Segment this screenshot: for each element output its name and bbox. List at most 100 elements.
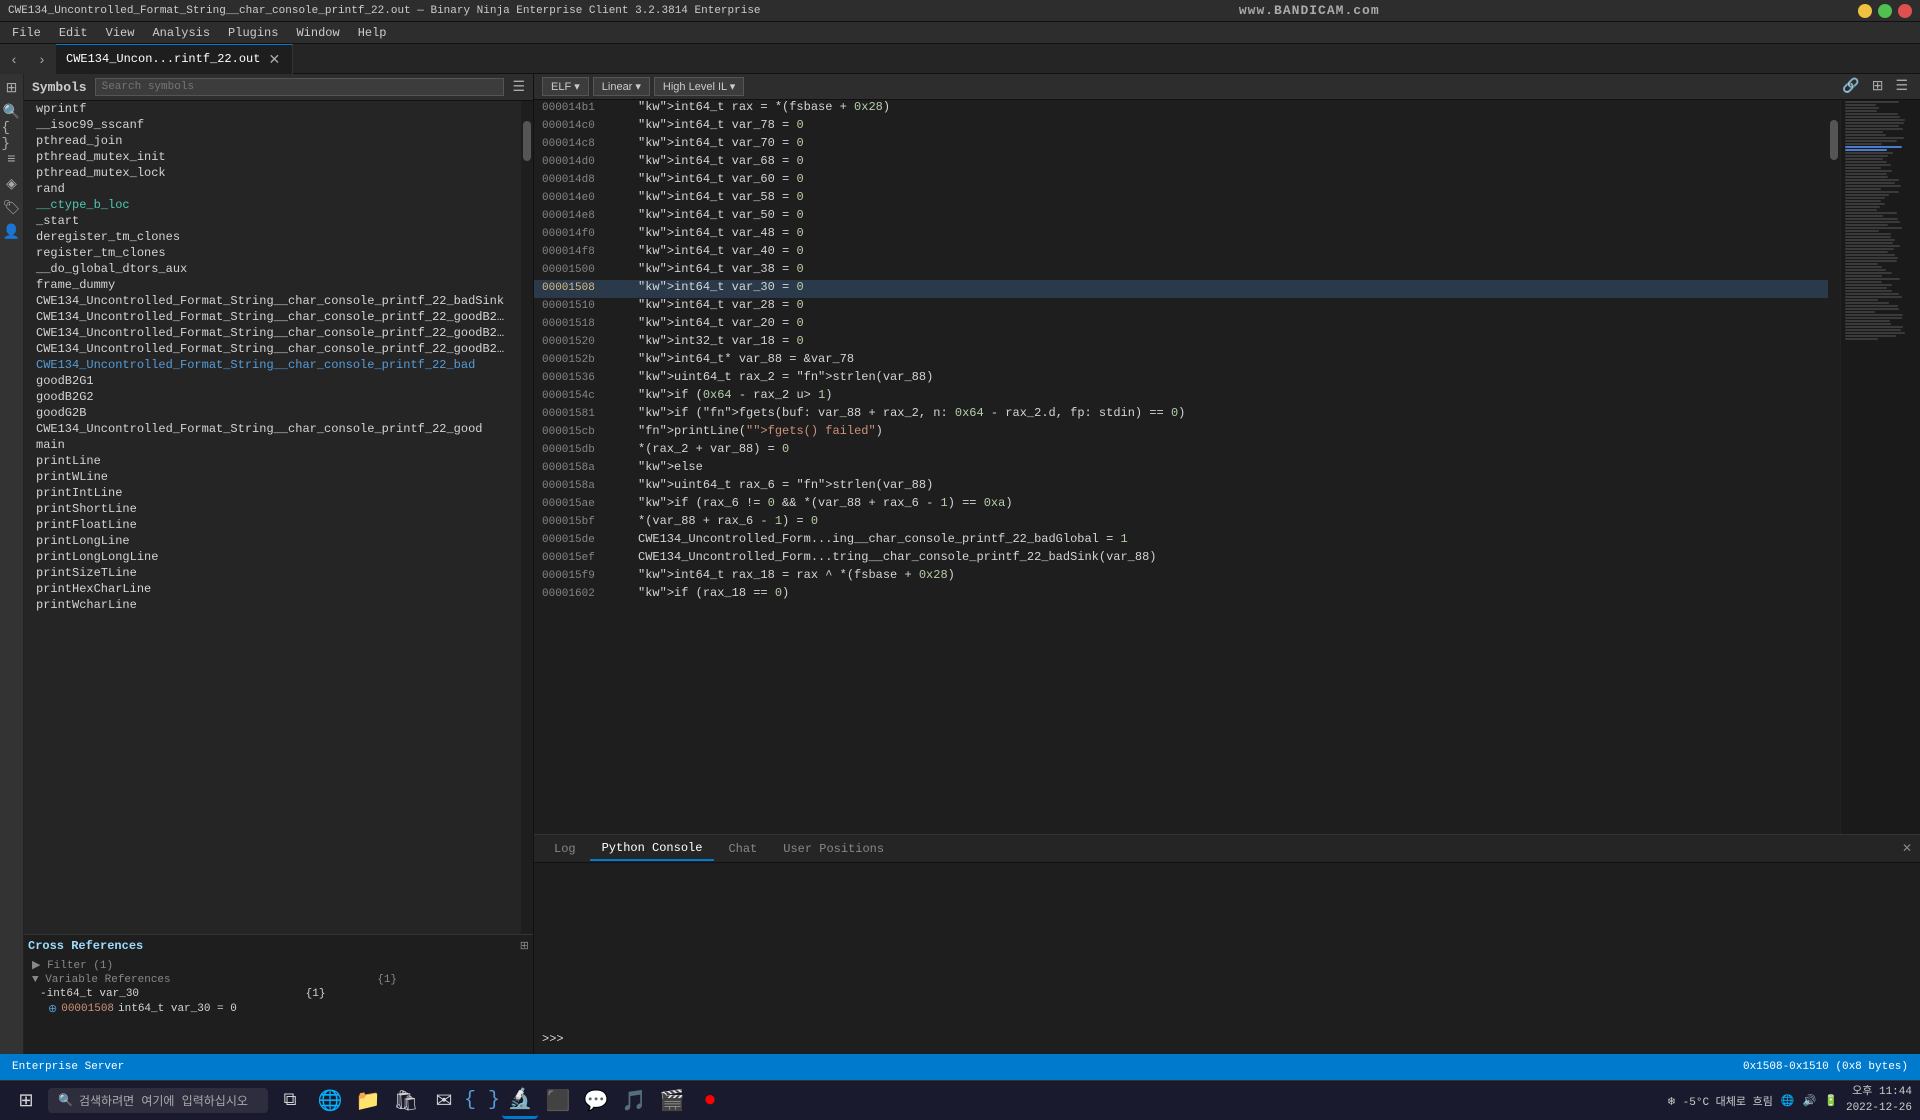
taskbar-app-chat[interactable]: 💬 <box>578 1083 614 1119</box>
taskbar-app-mail[interactable]: ✉ <box>426 1083 462 1119</box>
code-line[interactable]: 00001518 "kw">int64_t var_20 = 0 <box>534 316 1828 334</box>
taskbar-app-video[interactable]: 🎬 <box>654 1083 690 1119</box>
console-close-icon[interactable]: ✕ <box>1902 841 1912 856</box>
code-line[interactable]: 000015ef CWE134_Uncontrolled_Form...trin… <box>534 550 1828 568</box>
code-line[interactable]: 0000158a "kw">else <box>534 460 1828 478</box>
code-line[interactable]: 000014d8 "kw">int64_t var_60 = 0 <box>534 172 1828 190</box>
console-tab-log[interactable]: Log <box>542 838 588 860</box>
symbol-item[interactable]: printSizeTLine <box>24 565 521 581</box>
symbol-item[interactable]: printLongLine <box>24 533 521 549</box>
symbol-item[interactable]: goodB2G2 <box>24 389 521 405</box>
code-line[interactable]: 00001520 "kw">int32_t var_18 = 0 <box>534 334 1828 352</box>
tab-nav-left[interactable]: ‹ <box>0 44 28 74</box>
sidebar-icon-code[interactable]: { } <box>2 126 22 146</box>
code-line[interactable]: 000015cb "fn">printLine("">fgets() faile… <box>534 424 1828 442</box>
taskbar-app-music[interactable]: 🎵 <box>616 1083 652 1119</box>
symbol-item[interactable]: CWE134_Uncontrolled_Format_String__char_… <box>24 325 521 341</box>
symbol-item[interactable]: pthread_mutex_lock <box>24 165 521 181</box>
symbol-item[interactable]: main <box>24 437 521 453</box>
taskbar-app-code[interactable]: { } <box>464 1083 500 1119</box>
symbol-item[interactable]: CWE134_Uncontrolled_Format_String__char_… <box>24 293 521 309</box>
code-line[interactable]: 000015bf *(var_88 + rax_6 - 1) = 0 <box>534 514 1828 532</box>
menu-edit[interactable]: Edit <box>51 24 96 42</box>
menu-plugins[interactable]: Plugins <box>220 24 286 42</box>
close-button[interactable] <box>1898 4 1912 18</box>
symbol-item[interactable]: CWE134_Uncontrolled_Format_String__char_… <box>24 309 521 325</box>
sidebar-icon-graph[interactable]: ◈ <box>2 174 22 194</box>
symbol-item[interactable]: printLine <box>24 453 521 469</box>
symbol-item[interactable]: __do_global_dtors_aux <box>24 261 521 277</box>
linear-button[interactable]: Linear ▾ <box>593 77 650 96</box>
cross-references-menu-icon[interactable]: ⊞ <box>520 939 529 953</box>
cross-ref-filter[interactable]: ▶ Filter (1) <box>28 957 529 973</box>
symbols-scrollbar[interactable] <box>521 101 533 934</box>
tab-close[interactable]: ✕ <box>266 51 282 68</box>
code-line[interactable]: 00001510 "kw">int64_t var_28 = 0 <box>534 298 1828 316</box>
symbol-item[interactable]: goodG2B <box>24 405 521 421</box>
tab-nav-right[interactable]: › <box>28 44 56 74</box>
symbol-item[interactable]: rand <box>24 181 521 197</box>
sidebar-icon-layers[interactable]: ≡ <box>2 150 22 170</box>
symbol-item[interactable]: goodB2G1 <box>24 373 521 389</box>
taskbar-app-rec[interactable]: ⏺ <box>692 1083 728 1119</box>
code-line[interactable]: 000014c8 "kw">int64_t var_70 = 0 <box>534 136 1828 154</box>
code-line[interactable]: 0000158a "kw">uint64_t rax_6 = "fn">strl… <box>534 478 1828 496</box>
symbol-item[interactable]: pthread_join <box>24 133 521 149</box>
toolbar-link-icon[interactable]: 🔗 <box>1838 78 1863 95</box>
sidebar-icon-tag[interactable]: 🏷 <box>2 198 22 218</box>
menu-file[interactable]: File <box>4 24 49 42</box>
sidebar-icon-search[interactable]: 🔍 <box>2 102 22 122</box>
symbol-item[interactable]: printLongLongLine <box>24 549 521 565</box>
console-tab-chat[interactable]: Chat <box>716 838 769 860</box>
symbol-item[interactable]: printWcharLine <box>24 597 521 613</box>
symbol-item[interactable]: wprintf <box>24 101 521 117</box>
taskbar-app-term[interactable]: ⬛ <box>540 1083 576 1119</box>
maximize-button[interactable] <box>1878 4 1892 18</box>
symbols-search-input[interactable] <box>95 78 505 96</box>
symbol-item[interactable]: deregister_tm_clones <box>24 229 521 245</box>
symbol-item[interactable]: printFloatLine <box>24 517 521 533</box>
cross-ref-entry[interactable]: ⊕ 00001508 int64_t var_30 = 0 <box>28 1001 529 1017</box>
toolbar-menu-icon[interactable]: ☰ <box>1891 78 1912 95</box>
symbol-item[interactable]: _start <box>24 213 521 229</box>
code-line[interactable]: 0000152b "kw">int64_t* var_88 = &var_78 <box>534 352 1828 370</box>
taskbar-app-edge[interactable]: 🌐 <box>312 1083 348 1119</box>
code-line[interactable]: 000014b1 "kw">int64_t rax = *(fsbase + 0… <box>534 100 1828 118</box>
console-tab-python[interactable]: Python Console <box>590 837 715 861</box>
code-line[interactable]: 000015de CWE134_Uncontrolled_Form...ing_… <box>534 532 1828 550</box>
sidebar-icon-nav[interactable]: ⊞ <box>2 78 22 98</box>
code-line[interactable]: 000014e8 "kw">int64_t var_50 = 0 <box>534 208 1828 226</box>
code-line[interactable]: 00001581 "kw">if ("fn">fgets(buf: var_88… <box>534 406 1828 424</box>
menu-help[interactable]: Help <box>350 24 395 42</box>
symbol-item[interactable]: printHexCharLine <box>24 581 521 597</box>
minimize-button[interactable] <box>1858 4 1872 18</box>
code-line[interactable]: 000015db *(rax_2 + var_88) = 0 <box>534 442 1828 460</box>
symbol-item[interactable]: __isoc99_sscanf <box>24 117 521 133</box>
symbol-item[interactable]: printShortLine <box>24 501 521 517</box>
taskbar-app-store[interactable]: 🛍 <box>388 1083 424 1119</box>
symbol-item[interactable]: register_tm_clones <box>24 245 521 261</box>
code-line[interactable]: 00001508 "kw">int64_t var_30 = 0 <box>534 280 1828 298</box>
symbol-item[interactable]: CWE134_Uncontrolled_Format_String__char_… <box>24 341 521 357</box>
symbol-item[interactable]: printWLine <box>24 469 521 485</box>
code-line[interactable]: 000015f9 "kw">int64_t rax_18 = rax ^ *(f… <box>534 568 1828 586</box>
symbol-item[interactable]: CWE134_Uncontrolled_Format_String__char_… <box>24 357 521 373</box>
symbols-menu-icon[interactable]: ☰ <box>512 79 525 96</box>
taskbar-app-binja[interactable]: 🔬 <box>502 1083 538 1119</box>
code-scrollbar[interactable] <box>1828 100 1840 834</box>
taskbar-app-explorer[interactable]: 📁 <box>350 1083 386 1119</box>
taskbar-windows-icon[interactable]: ⊞ <box>8 1083 44 1119</box>
menu-window[interactable]: Window <box>288 24 347 42</box>
symbol-item[interactable]: __ctype_b_loc <box>24 197 521 213</box>
menu-analysis[interactable]: Analysis <box>144 24 218 42</box>
code-line[interactable]: 000015ae "kw">if (rax_6 != 0 && *(var_88… <box>534 496 1828 514</box>
code-line[interactable]: 00001536 "kw">uint64_t rax_2 = "fn">strl… <box>534 370 1828 388</box>
console-input[interactable] <box>568 1032 968 1046</box>
taskbar-task-view[interactable]: ⧉ <box>272 1083 308 1119</box>
code-line[interactable]: 000014c0 "kw">int64_t var_78 = 0 <box>534 118 1828 136</box>
symbol-item[interactable]: printIntLine <box>24 485 521 501</box>
symbol-item[interactable]: CWE134_Uncontrolled_Format_String__char_… <box>24 421 521 437</box>
code-line[interactable]: 000014f8 "kw">int64_t var_40 = 0 <box>534 244 1828 262</box>
symbol-item[interactable]: pthread_mutex_init <box>24 149 521 165</box>
code-line[interactable]: 000014d0 "kw">int64_t var_68 = 0 <box>534 154 1828 172</box>
